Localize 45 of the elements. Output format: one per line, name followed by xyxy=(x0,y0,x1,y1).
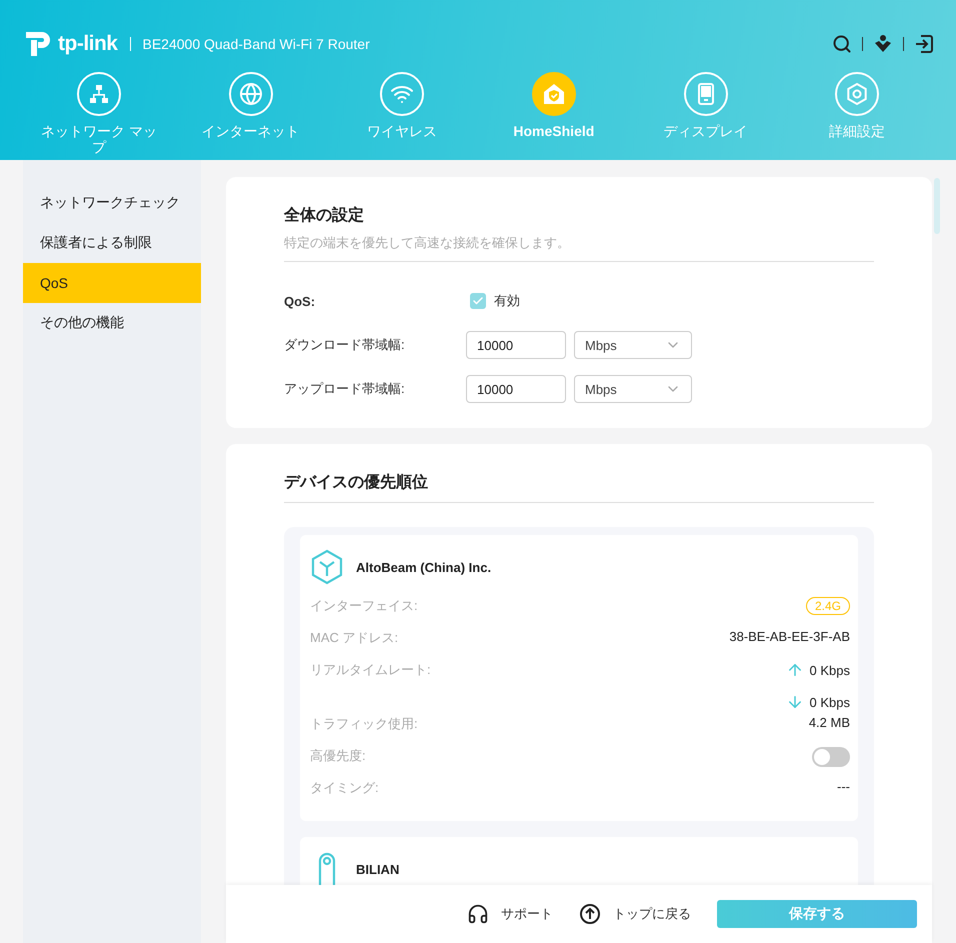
support-link[interactable]: サポート xyxy=(467,903,553,925)
person-icon[interactable] xyxy=(873,34,893,54)
device-label: タイミング: xyxy=(310,779,379,797)
section-title: デバイスの優先順位 xyxy=(284,472,429,493)
device-label: 高優先度: xyxy=(310,747,366,765)
cube-icon xyxy=(310,549,344,585)
device-name: BILIAN xyxy=(356,862,400,876)
section-description: 特定の端末を優先して高速な接続を確保します。 xyxy=(284,234,571,252)
globe-icon xyxy=(238,82,262,106)
device-label: トラフィック使用: xyxy=(310,715,418,733)
house-shield-icon xyxy=(542,82,566,106)
scrollbar[interactable] xyxy=(934,178,940,234)
device-label: MAC アドレス: xyxy=(310,629,398,647)
device-label: インターフェイス: xyxy=(310,597,418,615)
device-value: --- xyxy=(837,779,850,794)
arrow-up-circle-icon xyxy=(579,903,601,925)
device-value: 4.2 MB xyxy=(808,715,850,730)
device-name: AltoBeam (China) Inc. xyxy=(356,560,492,574)
band-tag: 2.4G xyxy=(806,597,850,615)
device-value: 0 Kbps xyxy=(810,662,850,678)
check-icon xyxy=(472,295,484,307)
sidebar-item[interactable]: QoS xyxy=(23,263,201,303)
field-label: QoS: xyxy=(284,294,316,308)
gear-icon xyxy=(845,82,870,106)
device-value: 0 Kbps xyxy=(810,694,850,710)
section-title: 全体の設定 xyxy=(284,205,365,226)
unit-dropdown[interactable]: Mbps xyxy=(574,331,692,359)
router-model: BE24000 Quad-Band Wi-Fi 7 Router xyxy=(142,36,370,52)
bandwidth-input[interactable]: 10000 xyxy=(466,375,566,403)
qos-checkbox[interactable]: 有効 xyxy=(466,292,520,310)
field-label: ダウンロード帯域幅: xyxy=(284,336,406,354)
sidebar-item[interactable]: 保護者による制限 xyxy=(23,223,201,263)
unit-dropdown[interactable]: Mbps xyxy=(574,375,692,403)
sidebar-item[interactable]: ネットワークチェック xyxy=(23,183,201,223)
back-to-top-link[interactable]: トップに戻る xyxy=(579,903,691,925)
logout-icon[interactable] xyxy=(914,34,934,54)
device-value: 38-BE-AB-EE-3F-AB xyxy=(729,629,850,644)
headset-icon xyxy=(467,903,489,925)
field-label: アップロード帯域幅: xyxy=(284,380,406,398)
device-label: リアルタイムレート: xyxy=(310,661,431,679)
sidebar-item[interactable]: その他の機能 xyxy=(23,303,201,343)
priority-toggle[interactable] xyxy=(812,747,850,767)
bandwidth-input[interactable]: 10000 xyxy=(466,331,566,359)
search-icon[interactable] xyxy=(832,34,852,54)
logo-text: tp-link xyxy=(58,32,118,56)
